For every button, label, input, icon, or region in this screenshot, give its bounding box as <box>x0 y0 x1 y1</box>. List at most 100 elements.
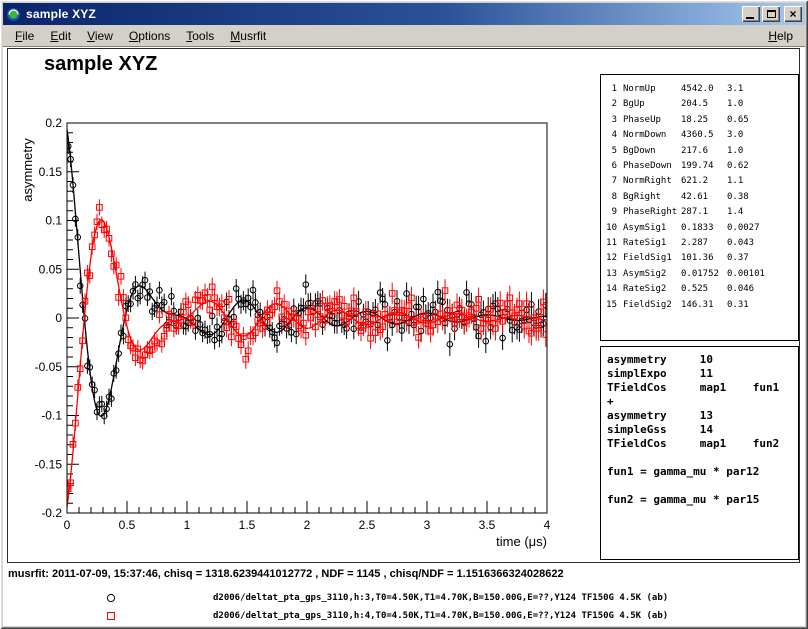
menu-item-tools[interactable]: Tools <box>178 26 222 46</box>
svg-text:0: 0 <box>55 311 62 325</box>
menu-item-edit[interactable]: Edit <box>42 26 79 46</box>
svg-text:0: 0 <box>64 518 71 532</box>
svg-text:-0.05: -0.05 <box>35 360 63 374</box>
param-error: 3.1 <box>727 82 798 97</box>
param-row: 2BgUp204.51.0 <box>605 97 798 112</box>
param-name: PhaseRight <box>623 205 681 220</box>
fit-status-text: musrfit: 2011-07-09, 15:37:46, chisq = 1… <box>8 568 564 580</box>
svg-text:-0.15: -0.15 <box>35 457 63 471</box>
param-name: BgDown <box>623 144 681 159</box>
menu-item-options[interactable]: Options <box>121 26 178 46</box>
param-value: 204.5 <box>681 97 727 112</box>
param-error: 1.0 <box>727 144 798 159</box>
param-error: 0.043 <box>727 236 798 251</box>
param-name: NormRight <box>623 174 681 189</box>
param-row: 8BgRight42.610.38 <box>605 190 798 205</box>
param-value: 4542.0 <box>681 82 727 97</box>
param-error: 0.65 <box>727 113 798 128</box>
svg-text:2.5: 2.5 <box>359 518 376 532</box>
minimize-icon <box>746 17 754 19</box>
param-error: 0.00101 <box>727 267 798 282</box>
param-error: 0.046 <box>727 282 798 297</box>
param-error: 0.62 <box>727 159 798 174</box>
menu-item-help[interactable]: Help <box>760 26 801 46</box>
window-controls: × <box>742 6 802 22</box>
param-value: 621.2 <box>681 174 727 189</box>
param-error: 0.37 <box>727 251 798 266</box>
menu-item-file[interactable]: File <box>7 26 42 46</box>
param-name: NormDown <box>623 128 681 143</box>
param-error: 1.4 <box>727 205 798 220</box>
param-number: 7 <box>605 174 617 189</box>
param-value: 18.25 <box>681 113 727 128</box>
svg-text:3.5: 3.5 <box>479 518 496 532</box>
param-number: 13 <box>605 267 617 282</box>
param-row: 9 PhaseRight287.11.4 <box>605 205 798 220</box>
param-row: 6 PhaseDown199.740.62 <box>605 159 798 174</box>
param-error: 1.1 <box>727 174 798 189</box>
param-value: 199.74 <box>681 159 727 174</box>
close-button[interactable]: × <box>784 6 802 22</box>
param-value: 217.6 <box>681 144 727 159</box>
param-number: 6 <box>605 159 617 174</box>
param-row: 14RateSig20.5250.046 <box>605 282 798 297</box>
parameter-panel: 1NormUp4542.03.12BgUp204.51.03PhaseUp18.… <box>600 74 799 341</box>
theory-text: asymmetry 10 simplExpo 11 TFieldCos map1… <box>607 353 798 507</box>
param-row: 1NormUp4542.03.1 <box>605 82 798 97</box>
param-value: 287.1 <box>681 205 727 220</box>
param-value: 101.36 <box>681 251 727 266</box>
param-name: RateSig1 <box>623 236 681 251</box>
param-number: 9 <box>605 205 617 220</box>
param-value: 42.61 <box>681 190 727 205</box>
root-canvas: sample XYZ 00.511.522.533.54-0.2-0.15-0.… <box>7 48 800 563</box>
param-number: 5 <box>605 144 617 159</box>
param-name: BgRight <box>623 190 681 205</box>
svg-text:asymmetry: asymmetry <box>20 138 35 202</box>
param-number: 12 <box>605 251 617 266</box>
svg-text:0.05: 0.05 <box>39 262 63 276</box>
param-value: 4360.5 <box>681 128 727 143</box>
svg-text:0.1: 0.1 <box>45 214 62 228</box>
legend-marker-square <box>105 610 117 622</box>
param-value: 0.01752 <box>681 267 727 282</box>
plot-legend: d2006/deltat_pta_gps_3110,h:3,T0=4.50K,T… <box>105 589 668 625</box>
param-row: 12FieldSig1101.360.37 <box>605 251 798 266</box>
legend-marker-circle <box>105 592 117 604</box>
param-name: AsymSig1 <box>623 221 681 236</box>
maximize-button[interactable] <box>762 6 780 22</box>
param-row: 13 AsymSig20.017520.00101 <box>605 267 798 282</box>
menu-item-view[interactable]: View <box>79 26 121 46</box>
minimize-button[interactable] <box>742 6 760 22</box>
param-number: 14 <box>605 282 617 297</box>
param-error: 3.0 <box>727 128 798 143</box>
title-bar[interactable]: sample XYZ × <box>3 3 805 25</box>
svg-text:0.2: 0.2 <box>45 116 62 130</box>
param-number: 4 <box>605 128 617 143</box>
param-number: 15 <box>605 298 617 313</box>
param-number: 8 <box>605 190 617 205</box>
svg-text:-0.2: -0.2 <box>41 506 62 520</box>
param-name: BgUp <box>623 97 681 112</box>
param-row: 4 NormDown4360.53.0 <box>605 128 798 143</box>
param-name: PhaseDown <box>623 159 681 174</box>
svg-text:0.5: 0.5 <box>119 518 136 532</box>
svg-text:3: 3 <box>424 518 431 532</box>
param-error: 0.0027 <box>727 221 798 236</box>
param-name: RateSig2 <box>623 282 681 297</box>
param-number: 11 <box>605 236 617 251</box>
legend-row: d2006/deltat_pta_gps_3110,h:3,T0=4.50K,T… <box>105 589 668 607</box>
musr-plot[interactable]: 00.511.522.533.54-0.2-0.15-0.1-0.0500.05… <box>12 108 597 553</box>
param-value: 0.1833 <box>681 221 727 236</box>
svg-text:4: 4 <box>544 518 551 532</box>
theory-panel: asymmetry 10 simplExpo 11 TFieldCos map1… <box>600 346 799 560</box>
param-name: NormUp <box>623 82 681 97</box>
param-name: AsymSig2 <box>623 267 681 282</box>
menu-item-musrfit[interactable]: Musrfit <box>222 26 274 46</box>
app-icon[interactable] <box>6 6 22 22</box>
plot-title: sample XYZ <box>44 53 157 76</box>
svg-text:1: 1 <box>184 518 191 532</box>
svg-text:0.15: 0.15 <box>39 165 63 179</box>
param-number: 10 <box>605 221 617 236</box>
param-row: 15FieldSig2146.310.31 <box>605 298 798 313</box>
param-number: 3 <box>605 113 617 128</box>
